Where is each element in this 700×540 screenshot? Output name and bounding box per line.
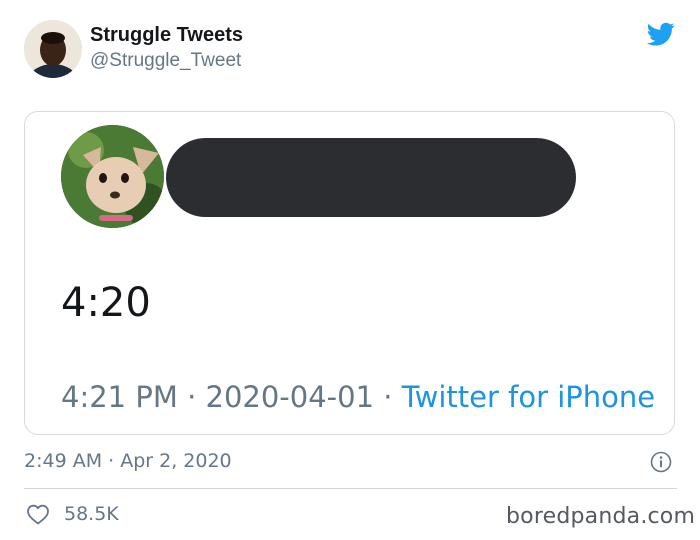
like-count[interactable]: 58.5K (64, 503, 119, 525)
info-icon[interactable] (650, 451, 672, 473)
tweet-timestamp[interactable]: 2:49 AM · Apr 2, 2020 (24, 450, 232, 472)
heart-icon[interactable] (26, 503, 50, 525)
quoted-tweet-time-date: 4:21 PM · 2020-04-01 · (61, 380, 402, 414)
quoted-tweet-card[interactable]: 4:20 4:21 PM · 2020-04-01 · Twitter for … (24, 111, 675, 435)
twitter-bird-icon[interactable] (645, 20, 677, 48)
quoted-tweet-source[interactable]: Twitter for iPhone (402, 380, 655, 414)
divider (24, 488, 677, 489)
quoted-tweet-meta: 4:21 PM · 2020-04-01 · Twitter for iPhon… (61, 380, 655, 414)
author-avatar[interactable] (24, 20, 82, 78)
watermark: boredpanda.com (506, 504, 696, 529)
redacted-name-bar (166, 138, 576, 217)
quoted-tweet-text: 4:20 (61, 280, 151, 326)
quoted-avatar (61, 125, 164, 228)
author-handle[interactable]: @Struggle_Tweet (90, 50, 241, 72)
author-display-name[interactable]: Struggle Tweets (90, 24, 243, 47)
